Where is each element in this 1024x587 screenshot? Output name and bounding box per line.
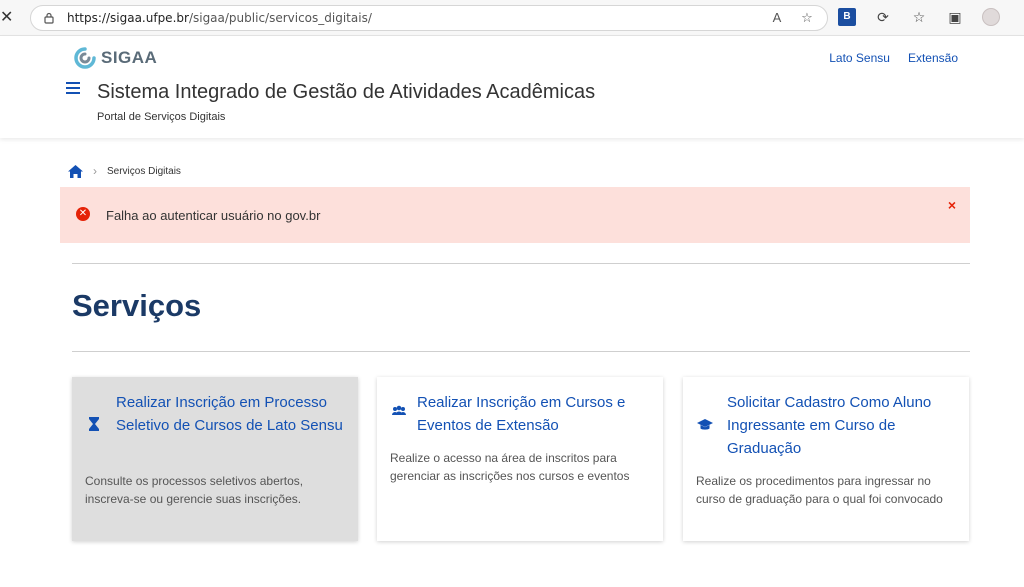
breadcrumb-current: Serviços Digitais [107,165,181,177]
card-lato-sensu[interactable]: Realizar Inscrição em Processo Seletivo … [72,377,358,541]
card-title[interactable]: Realizar Inscrição em Cursos e Eventos d… [417,391,645,437]
error-alert: ✕ Falha ao autenticar usuário no gov.br … [60,187,970,243]
graduation-cap-icon [697,419,713,430]
hourglass-icon [89,417,99,431]
card-extensao[interactable]: Realizar Inscrição em Cursos e Eventos d… [377,377,663,541]
divider [72,263,970,264]
profile-avatar[interactable] [982,8,1000,26]
sigaa-logo[interactable]: SIGAA [72,46,157,70]
puzzle-icon[interactable]: ⟳ [874,8,892,26]
hamburger-menu-icon[interactable] [66,82,80,96]
home-icon[interactable] [68,164,83,178]
alert-close-icon[interactable]: × [948,197,956,213]
link-lato-sensu[interactable]: Lato Sensu [829,51,890,65]
read-aloud-icon[interactable]: A [769,10,785,26]
error-icon: ✕ [76,207,90,221]
system-title: Sistema Integrado de Gestão de Atividade… [97,81,596,103]
portal-subtitle: Portal de Serviços Digitais [97,111,226,123]
sigaa-logo-icon [74,47,96,69]
close-tab-icon[interactable]: ✕ [0,8,14,28]
card-title[interactable]: Solicitar Cadastro Como Aluno Ingressant… [727,391,955,460]
breadcrumb: › Serviços Digitais [68,164,181,178]
favorites-icon[interactable]: ☆ [910,8,928,26]
card-title[interactable]: Realizar Inscrição em Processo Seletivo … [116,391,344,437]
collections-icon[interactable]: ▣ [946,8,964,26]
link-extensao[interactable]: Extensão [908,51,958,65]
section-title: Serviços [72,288,202,323]
browser-toolbar: ✕ https://sigaa.ufpe.br/sigaa/public/ser… [0,0,1024,36]
card-graduacao[interactable]: Solicitar Cadastro Como Aluno Ingressant… [683,377,969,541]
divider [72,351,970,352]
card-description: Realize os procedimentos para ingressar … [696,474,943,506]
lock-icon [44,12,54,24]
address-bar[interactable]: https://sigaa.ufpe.br/sigaa/public/servi… [30,5,828,31]
card-description: Consulte os processos seletivos abertos,… [85,474,304,506]
alert-message: Falha ao autenticar usuário no gov.br [106,208,321,223]
logo-text: SIGAA [101,48,158,67]
chevron-right-icon: › [93,164,97,178]
extension-icon[interactable]: B [838,8,856,26]
site-header: SIGAA Lato Sensu Extensão Sistema Integr… [0,36,1024,138]
card-description: Realize o acesso na área de inscritos pa… [390,451,630,483]
url-text: https://sigaa.ufpe.br/sigaa/public/servi… [67,11,372,25]
favorite-star-icon[interactable]: ☆ [799,10,815,26]
users-icon [392,405,406,415]
